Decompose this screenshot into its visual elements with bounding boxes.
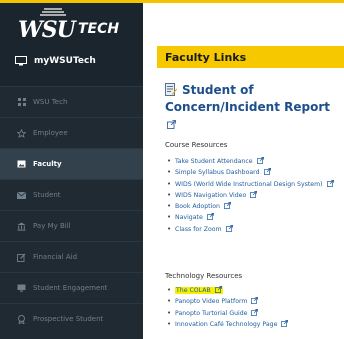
star-icon xyxy=(17,128,26,138)
technology-resources-label: Technology Resources xyxy=(165,272,243,280)
sidebar-nav: WSU Tech Employee Faculty Student Pay My… xyxy=(0,86,143,334)
course-resources-list: Take Student Attendance Simple Syllabus … xyxy=(167,156,341,235)
image-icon xyxy=(17,160,26,169)
sidebar-item-faculty[interactable]: Faculty xyxy=(0,148,143,179)
external-link-icon xyxy=(214,286,222,293)
logo-area: WSU TECH myWSUTech xyxy=(0,3,143,86)
mywsutech-label: myWSUTech xyxy=(34,56,96,66)
wheat-icon xyxy=(40,8,66,16)
report-title-line2: Concern/Incident Report xyxy=(165,100,330,114)
external-link-icon xyxy=(167,120,176,129)
external-link-icon xyxy=(263,168,271,176)
student-of-concern-report-link[interactable]: Student of Concern/Incident Report xyxy=(165,82,341,133)
faculty-links-heading: Faculty Links xyxy=(157,46,344,68)
sidebar-item-pay-my-bill[interactable]: Pay My Bill xyxy=(0,210,143,241)
course-resources-label: Course Resources xyxy=(165,141,228,149)
mywsutech-link[interactable]: myWSUTech xyxy=(15,56,96,66)
list-item[interactable]: Panopto Turtorial Guide xyxy=(167,308,341,319)
external-link-icon xyxy=(206,213,214,221)
edit-icon xyxy=(17,253,26,262)
list-item[interactable]: Innovation Café Technology Page xyxy=(167,319,341,330)
list-item[interactable]: WIDS (World Wide Instructional Design Sy… xyxy=(167,179,341,190)
list-item[interactable]: Navigate xyxy=(167,212,341,224)
list-item[interactable]: Take Student Attendance xyxy=(167,156,341,168)
main-content: Faculty Links Student of Concern/Inciden… xyxy=(143,0,344,339)
list-item[interactable]: Book Adoption xyxy=(167,201,341,213)
sidebar-item-label: WSU Tech xyxy=(33,98,68,106)
list-item[interactable]: Simple Syllabus Dashboard xyxy=(167,167,341,179)
list-item[interactable]: Panopto Video Platform xyxy=(167,296,341,308)
grid-icon xyxy=(17,98,26,107)
bank-icon xyxy=(17,222,26,231)
sidebar-item-employee[interactable]: Employee xyxy=(0,117,143,148)
sidebar-item-label: Employee xyxy=(33,129,68,137)
list-item[interactable]: WIDS Navigation Video xyxy=(167,190,341,201)
sidebar-item-label: Student Engagement xyxy=(33,284,108,292)
list-item[interactable]: The COLAB xyxy=(167,285,341,297)
external-link-icon xyxy=(251,297,259,305)
sidebar-item-student[interactable]: Student xyxy=(0,179,143,210)
list-item[interactable]: Class for Zoom xyxy=(167,224,341,235)
external-link-icon xyxy=(281,319,289,327)
sidebar-item-label: Student xyxy=(33,191,61,199)
sidebar-item-prospective-student[interactable]: Prospective Student xyxy=(0,303,143,334)
sidebar-item-label: Faculty xyxy=(33,160,62,168)
sidebar-item-financial-aid[interactable]: Financial Aid xyxy=(0,241,143,272)
sidebar-item-wsu-tech[interactable]: WSU Tech xyxy=(0,86,143,117)
envelope-icon xyxy=(17,191,26,200)
logo-wsu[interactable]: WSU xyxy=(18,17,76,43)
form-icon xyxy=(165,83,177,96)
external-link-icon xyxy=(256,157,264,164)
logo-tech[interactable]: TECH xyxy=(78,21,119,37)
sidebar-item-label: Financial Aid xyxy=(33,253,78,261)
sidebar-item-label: Prospective Student xyxy=(33,315,104,323)
sidebar-item-label: Pay My Bill xyxy=(33,222,71,230)
monitor-icon xyxy=(15,56,27,66)
badge-icon xyxy=(17,314,26,324)
sidebar: WSU TECH myWSUTech WSU Tech Employee Fac… xyxy=(0,0,143,339)
report-title-line1: Student of xyxy=(182,83,254,97)
highlighted-link: The COLAB xyxy=(175,286,223,294)
external-link-icon xyxy=(223,202,231,210)
external-link-icon xyxy=(326,179,334,187)
monitor-icon xyxy=(17,284,26,293)
technology-resources-list: The COLAB Panopto Video Platform Panopto… xyxy=(167,285,341,330)
external-link-icon xyxy=(225,224,233,232)
sidebar-item-student-engagement[interactable]: Student Engagement xyxy=(0,272,143,303)
external-link-icon xyxy=(251,308,259,316)
external-link-icon xyxy=(250,190,258,198)
